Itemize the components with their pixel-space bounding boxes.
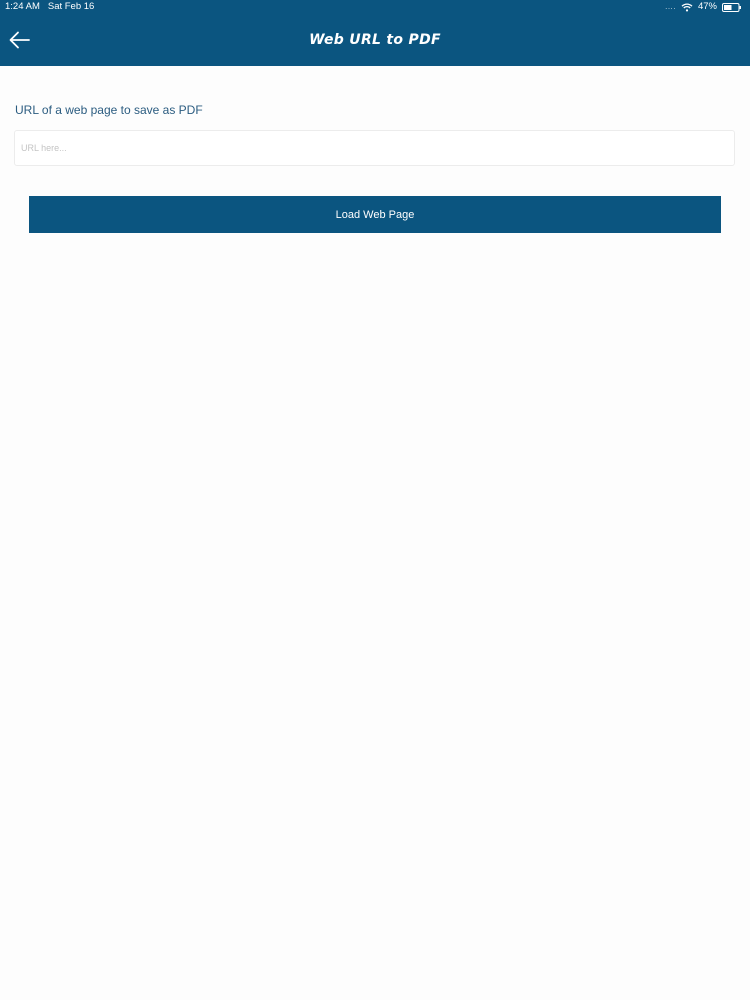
status-right: .... 47% [665, 0, 742, 14]
status-date: Sat Feb 16 [47, 1, 95, 12]
status-time: 1:24 AM [5, 1, 40, 12]
load-web-page-button[interactable]: Load Web Page [29, 196, 721, 233]
nav-bar: Web URL to PDF [0, 14, 750, 66]
main-content: URL of a web page to save as PDF Load We… [0, 66, 750, 1000]
battery-percent: 47% [697, 1, 717, 12]
signal-dots: .... [665, 2, 676, 11]
status-left: 1:24 AM Sat Feb 16 [5, 0, 94, 14]
url-field-label: URL of a web page to save as PDF [15, 103, 203, 117]
page-title: Web URL to PDF [309, 32, 441, 48]
url-input[interactable] [14, 130, 735, 166]
wifi-icon [681, 2, 693, 12]
status-bar: 1:24 AM Sat Feb 16 .... 47% [0, 0, 750, 14]
battery-icon [722, 2, 742, 12]
